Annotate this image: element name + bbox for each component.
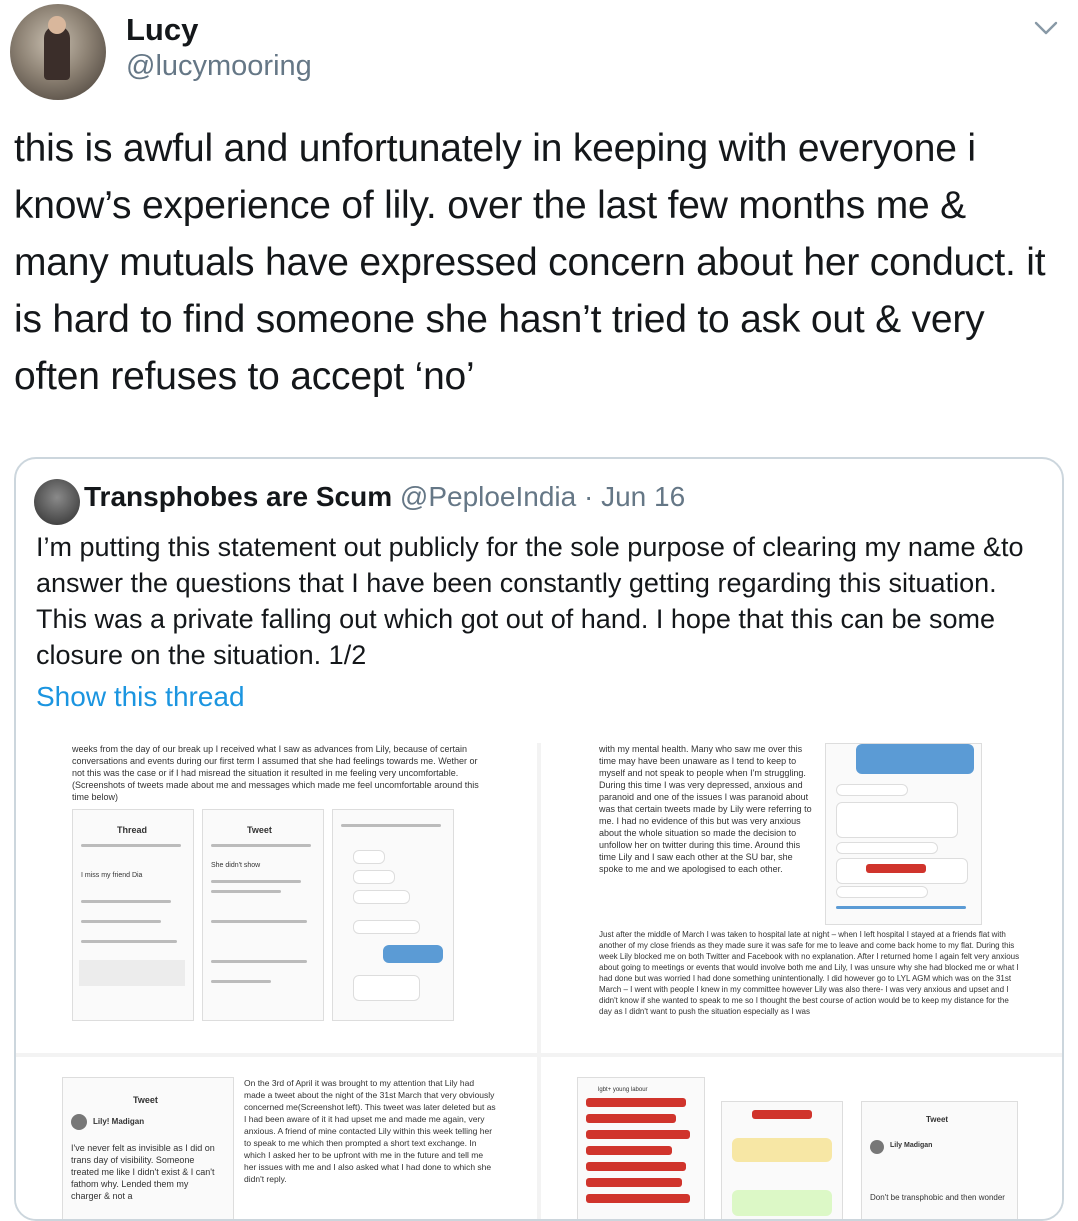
show-thread-link[interactable]: Show this thread (36, 681, 245, 713)
phone-bubble (836, 784, 908, 796)
phone-a-reply (79, 960, 185, 986)
phone-a-line (81, 900, 171, 903)
quoted-date: · Jun 16 (584, 481, 686, 512)
phone-b-line (211, 920, 307, 923)
phone-c-bubble (353, 870, 395, 884)
image-4-phone-c: Tweet Lily Madigan Don't be transphobic … (861, 1101, 1018, 1219)
avatar-head (48, 16, 66, 34)
phone-bubble (836, 886, 928, 898)
redaction (586, 1194, 690, 1203)
quoted-author-handle: @PeploeIndia (399, 481, 577, 512)
phone-b-title: Tweet (247, 825, 272, 835)
author-handle[interactable]: @lucymooring (126, 50, 312, 83)
image-4-name: Lily Madigan (890, 1142, 933, 1149)
image-1-phone-c (332, 809, 454, 1021)
redaction (586, 1162, 686, 1171)
phone-c-bubble (353, 890, 410, 904)
image-4-tweet-label: Tweet (926, 1115, 949, 1124)
phone-c-bubble (353, 850, 385, 864)
image-2-text: with my mental health. Many who saw me o… (599, 744, 812, 874)
tweet-text: this is awful and unfortunately in keepi… (14, 127, 1046, 398)
quoted-author-avatar (34, 479, 80, 525)
phone-a-line (81, 940, 177, 943)
phone-bubble (836, 802, 958, 838)
redaction (586, 1098, 686, 1107)
image-3-tweet-text: I've never felt as invisible as I did on… (71, 1143, 215, 1201)
media-grid[interactable]: weeks from the day of our break up I rec… (16, 743, 1062, 1219)
chevron-down-icon[interactable] (1032, 16, 1060, 40)
image-4-avatar (870, 1140, 884, 1154)
image-3-tweet-label: Tweet (133, 1095, 158, 1105)
avatar-figure (44, 26, 70, 80)
phone-c-bubble (353, 975, 420, 1001)
phone-c-line (341, 824, 441, 827)
phone-a-msg: I miss my friend Dia (81, 872, 143, 879)
quoted-tweet[interactable]: Transphobes are Scum @PeploeIndia · Jun … (14, 457, 1064, 1221)
redaction (752, 1110, 812, 1119)
image-3-phone: Tweet Lily! Madigan I've never felt as i… (62, 1077, 234, 1219)
phone-toolbar (836, 906, 966, 909)
quoted-header: Transphobes are Scum @PeploeIndia · Jun … (84, 481, 685, 513)
phone-b-msg: She didn't show (211, 862, 261, 869)
phone-a-title: Thread (117, 825, 148, 835)
quoted-text: I’m putting this statement out publicly … (36, 532, 1024, 670)
image-1-phone-b: Tweet She didn't show (202, 809, 324, 1021)
image-1-text: weeks from the day of our break up I rec… (72, 744, 479, 802)
image-2-phone (825, 743, 982, 925)
phone-c-bubble (353, 920, 420, 934)
phone-b-line (211, 880, 301, 883)
phone-bubble (856, 744, 974, 774)
image-3-avatar (71, 1114, 87, 1130)
image-1-phone-a: Thread I miss my friend Dia (72, 809, 194, 1021)
redaction (866, 864, 926, 873)
phone-c-bubble (383, 945, 443, 963)
redaction (586, 1146, 672, 1155)
phone-a-line (81, 844, 181, 847)
image-4-phone-b (721, 1101, 843, 1219)
phone-bubble (836, 842, 938, 854)
phone-bubble (732, 1190, 832, 1216)
redaction (586, 1114, 676, 1123)
redaction (586, 1178, 682, 1187)
phone-a-line (81, 920, 161, 923)
image-3-tweet-name: Lily! Madigan (93, 1117, 145, 1126)
quoted-author-name: Transphobes are Scum (84, 481, 393, 512)
image-3-text: On the 3rd of April it was brought to my… (244, 1078, 496, 1184)
phone-b-line (211, 844, 311, 847)
redaction (586, 1130, 690, 1139)
phone-b-line (211, 960, 307, 963)
author-avatar[interactable] (10, 4, 106, 100)
media-image-2[interactable]: with my mental health. Many who saw me o… (541, 743, 1062, 1053)
media-image-1[interactable]: weeks from the day of our break up I rec… (16, 743, 537, 1053)
media-image-3[interactable]: Tweet Lily! Madigan I've never felt as i… (16, 1057, 537, 1219)
image-2-text-b: Just after the middle of March I was tak… (599, 930, 1020, 1016)
image-4-phone-a: lgbt+ young labour (577, 1077, 705, 1219)
phone-b-line (211, 890, 281, 893)
author-name[interactable]: Lucy (126, 12, 198, 48)
phone-b-line (211, 980, 271, 983)
phone-bubble (732, 1138, 832, 1162)
image-4-text: Don't be transphobic and then wonder (870, 1193, 1005, 1202)
image-4-chat-name: lgbt+ young labour (598, 1087, 648, 1093)
media-image-4[interactable]: lgbt+ young labour Tweet Lily Madigan Do… (541, 1057, 1062, 1219)
